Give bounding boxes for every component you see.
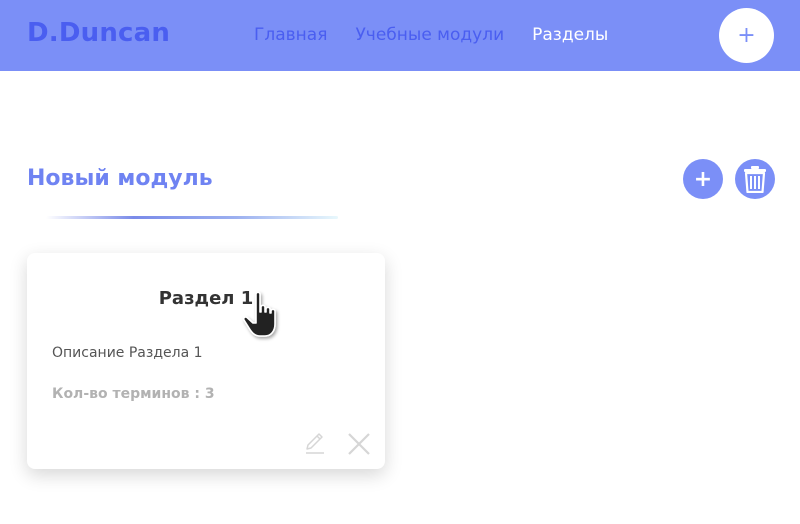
nav-sections[interactable]: Разделы [532,25,608,45]
term-count: Кол-во терминов : 3 [52,386,215,402]
delete-module-button[interactable] [735,159,775,199]
brand-logo[interactable]: D.Duncan [27,18,170,48]
title-underline [46,216,338,219]
top-navbar: D.Duncan Главная Учебные модули Разделы … [0,0,800,71]
nav-modules[interactable]: Учебные модули [355,25,504,45]
close-icon[interactable] [347,432,371,460]
section-title[interactable]: Раздел 1 [27,288,385,309]
header-add-button[interactable]: + [719,8,774,63]
section-description: Описание Раздела 1 [52,345,203,361]
section-card[interactable]: Раздел 1 Описание Раздела 1 Кол-во терми… [27,253,385,469]
main-nav: Главная Учебные модули Разделы [254,25,636,45]
pencil-icon[interactable] [303,431,327,459]
trash-icon [744,166,766,193]
add-section-button[interactable]: + [683,159,723,199]
nav-home[interactable]: Главная [254,25,327,45]
module-title: Новый модуль [27,166,213,191]
